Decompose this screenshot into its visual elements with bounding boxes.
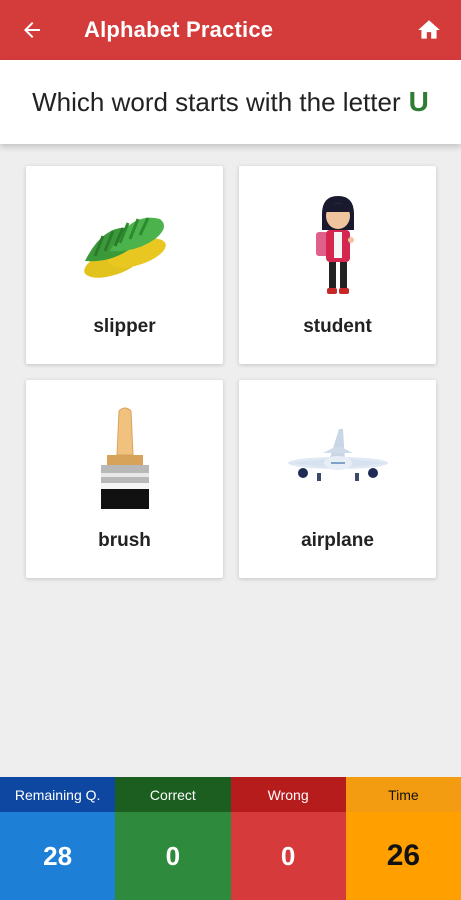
student-icon <box>278 186 398 306</box>
home-button[interactable] <box>411 12 447 48</box>
page-title: Alphabet Practice <box>84 17 274 42</box>
back-button[interactable] <box>0 0 64 60</box>
stat-label: Remaining Q. <box>0 777 116 812</box>
stat-wrong: Wrong 0 <box>230 777 346 900</box>
option-card-airplane[interactable]: airplane <box>239 380 436 578</box>
option-card-brush[interactable]: brush <box>26 380 223 578</box>
stat-label: Correct <box>115 777 231 812</box>
stat-value: 0 <box>115 812 231 900</box>
option-word: slipper <box>93 316 156 337</box>
question-banner: Which word starts with the letter U <box>0 60 461 144</box>
arrow-left-icon <box>24 22 40 38</box>
stat-value: 28 <box>0 812 116 900</box>
option-word: student <box>303 316 372 337</box>
target-letter: U <box>408 86 429 117</box>
slipper-icon <box>65 186 185 306</box>
home-icon <box>418 20 440 39</box>
stat-label: Wrong <box>230 777 346 812</box>
question-text: Which word starts with the letter <box>32 86 401 117</box>
stat-value: 26 <box>345 812 461 900</box>
stat-value: 0 <box>230 812 346 900</box>
option-card-slipper[interactable]: slipper <box>26 166 223 364</box>
stat-label: Time <box>345 777 461 812</box>
option-word: brush <box>98 530 151 551</box>
option-card-student[interactable]: student <box>239 166 436 364</box>
option-word: airplane <box>301 530 374 551</box>
brush-icon <box>65 400 185 520</box>
score-bar: Remaining Q. 28 Correct 0 Wrong 0 Time 2… <box>0 777 461 900</box>
airplane-icon <box>278 400 398 520</box>
stat-remaining: Remaining Q. 28 <box>0 777 116 900</box>
stat-time: Time 26 <box>345 777 461 900</box>
stat-correct: Correct 0 <box>115 777 231 900</box>
options-grid: slipper student brush airplane <box>26 166 438 578</box>
app-bar: Alphabet Practice <box>0 0 461 60</box>
